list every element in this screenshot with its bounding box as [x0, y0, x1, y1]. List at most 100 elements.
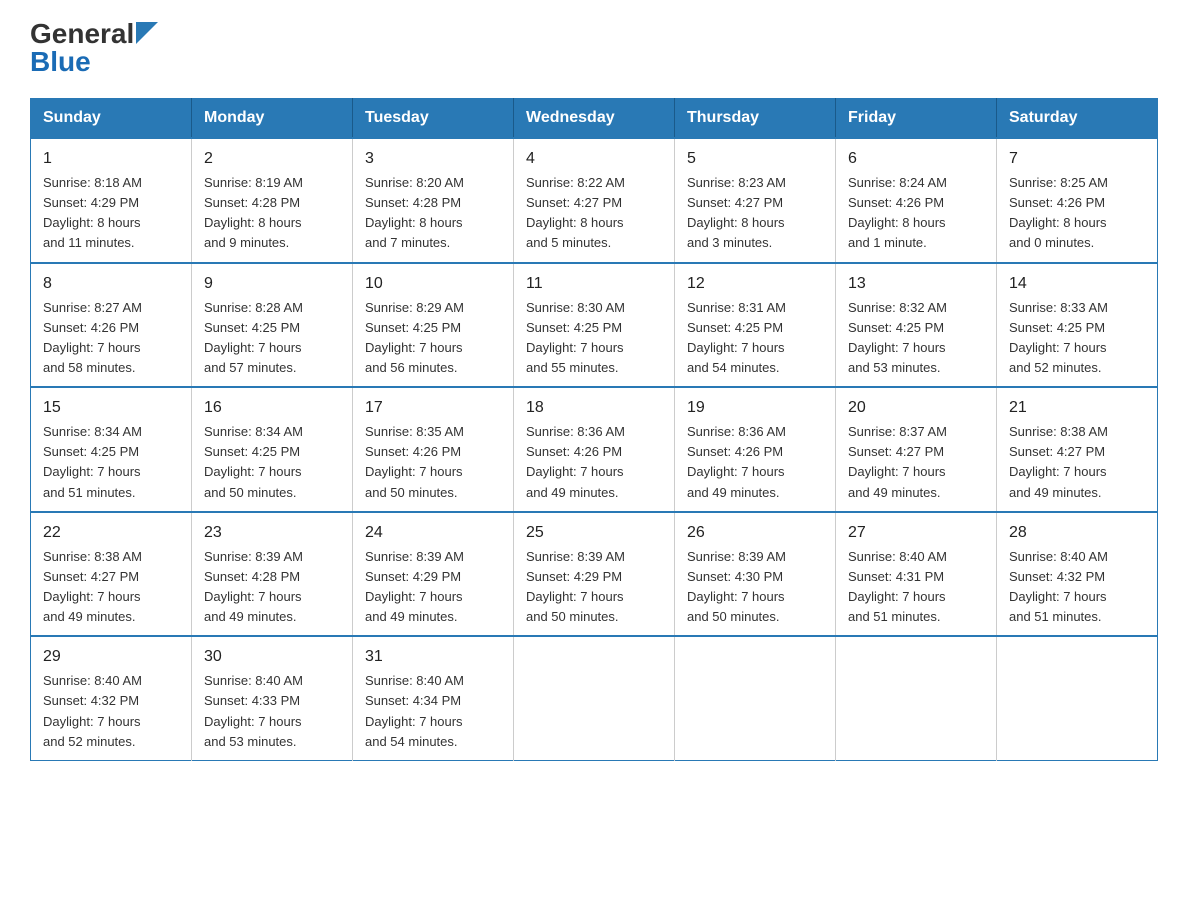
day-cell: 22Sunrise: 8:38 AM Sunset: 4:27 PM Dayli…: [31, 512, 192, 637]
day-cell: 1Sunrise: 8:18 AM Sunset: 4:29 PM Daylig…: [31, 138, 192, 263]
day-cell: [997, 636, 1158, 760]
day-number: 17: [365, 396, 501, 420]
page-header: General Blue: [30, 20, 1158, 78]
day-cell: 4Sunrise: 8:22 AM Sunset: 4:27 PM Daylig…: [514, 138, 675, 263]
day-number: 9: [204, 272, 340, 296]
day-cell: 26Sunrise: 8:39 AM Sunset: 4:30 PM Dayli…: [675, 512, 836, 637]
day-info: Sunrise: 8:40 AM Sunset: 4:33 PM Dayligh…: [204, 671, 340, 752]
day-cell: 15Sunrise: 8:34 AM Sunset: 4:25 PM Dayli…: [31, 387, 192, 512]
col-header-friday: Friday: [836, 99, 997, 139]
day-cell: 10Sunrise: 8:29 AM Sunset: 4:25 PM Dayli…: [353, 263, 514, 388]
day-number: 22: [43, 521, 179, 545]
day-cell: 17Sunrise: 8:35 AM Sunset: 4:26 PM Dayli…: [353, 387, 514, 512]
day-number: 21: [1009, 396, 1145, 420]
day-info: Sunrise: 8:20 AM Sunset: 4:28 PM Dayligh…: [365, 173, 501, 254]
day-number: 7: [1009, 147, 1145, 171]
day-cell: [675, 636, 836, 760]
calendar-table: SundayMondayTuesdayWednesdayThursdayFrid…: [30, 98, 1158, 761]
day-info: Sunrise: 8:40 AM Sunset: 4:32 PM Dayligh…: [43, 671, 179, 752]
day-number: 27: [848, 521, 984, 545]
col-header-wednesday: Wednesday: [514, 99, 675, 139]
week-row-4: 22Sunrise: 8:38 AM Sunset: 4:27 PM Dayli…: [31, 512, 1158, 637]
day-cell: 5Sunrise: 8:23 AM Sunset: 4:27 PM Daylig…: [675, 138, 836, 263]
day-cell: 13Sunrise: 8:32 AM Sunset: 4:25 PM Dayli…: [836, 263, 997, 388]
day-info: Sunrise: 8:22 AM Sunset: 4:27 PM Dayligh…: [526, 173, 662, 254]
day-number: 28: [1009, 521, 1145, 545]
logo: General Blue: [30, 20, 158, 78]
calendar-body: 1Sunrise: 8:18 AM Sunset: 4:29 PM Daylig…: [31, 138, 1158, 760]
day-number: 10: [365, 272, 501, 296]
day-info: Sunrise: 8:23 AM Sunset: 4:27 PM Dayligh…: [687, 173, 823, 254]
day-info: Sunrise: 8:36 AM Sunset: 4:26 PM Dayligh…: [526, 422, 662, 503]
day-info: Sunrise: 8:30 AM Sunset: 4:25 PM Dayligh…: [526, 298, 662, 379]
day-info: Sunrise: 8:19 AM Sunset: 4:28 PM Dayligh…: [204, 173, 340, 254]
day-cell: 29Sunrise: 8:40 AM Sunset: 4:32 PM Dayli…: [31, 636, 192, 760]
day-cell: 31Sunrise: 8:40 AM Sunset: 4:34 PM Dayli…: [353, 636, 514, 760]
header-row: SundayMondayTuesdayWednesdayThursdayFrid…: [31, 99, 1158, 139]
day-number: 4: [526, 147, 662, 171]
day-cell: 6Sunrise: 8:24 AM Sunset: 4:26 PM Daylig…: [836, 138, 997, 263]
day-number: 31: [365, 645, 501, 669]
day-cell: 14Sunrise: 8:33 AM Sunset: 4:25 PM Dayli…: [997, 263, 1158, 388]
day-info: Sunrise: 8:24 AM Sunset: 4:26 PM Dayligh…: [848, 173, 984, 254]
day-number: 16: [204, 396, 340, 420]
day-cell: 27Sunrise: 8:40 AM Sunset: 4:31 PM Dayli…: [836, 512, 997, 637]
day-number: 23: [204, 521, 340, 545]
day-cell: 19Sunrise: 8:36 AM Sunset: 4:26 PM Dayli…: [675, 387, 836, 512]
day-cell: 20Sunrise: 8:37 AM Sunset: 4:27 PM Dayli…: [836, 387, 997, 512]
week-row-3: 15Sunrise: 8:34 AM Sunset: 4:25 PM Dayli…: [31, 387, 1158, 512]
day-info: Sunrise: 8:27 AM Sunset: 4:26 PM Dayligh…: [43, 298, 179, 379]
logo-text-blue: Blue: [30, 46, 91, 78]
day-cell: [836, 636, 997, 760]
day-info: Sunrise: 8:28 AM Sunset: 4:25 PM Dayligh…: [204, 298, 340, 379]
day-info: Sunrise: 8:40 AM Sunset: 4:32 PM Dayligh…: [1009, 547, 1145, 628]
day-info: Sunrise: 8:39 AM Sunset: 4:28 PM Dayligh…: [204, 547, 340, 628]
day-info: Sunrise: 8:29 AM Sunset: 4:25 PM Dayligh…: [365, 298, 501, 379]
day-number: 18: [526, 396, 662, 420]
day-info: Sunrise: 8:33 AM Sunset: 4:25 PM Dayligh…: [1009, 298, 1145, 379]
day-number: 29: [43, 645, 179, 669]
day-cell: 24Sunrise: 8:39 AM Sunset: 4:29 PM Dayli…: [353, 512, 514, 637]
day-info: Sunrise: 8:38 AM Sunset: 4:27 PM Dayligh…: [43, 547, 179, 628]
day-number: 5: [687, 147, 823, 171]
day-cell: 25Sunrise: 8:39 AM Sunset: 4:29 PM Dayli…: [514, 512, 675, 637]
calendar-header: SundayMondayTuesdayWednesdayThursdayFrid…: [31, 99, 1158, 139]
day-cell: 21Sunrise: 8:38 AM Sunset: 4:27 PM Dayli…: [997, 387, 1158, 512]
week-row-2: 8Sunrise: 8:27 AM Sunset: 4:26 PM Daylig…: [31, 263, 1158, 388]
day-cell: 3Sunrise: 8:20 AM Sunset: 4:28 PM Daylig…: [353, 138, 514, 263]
logo-text-general: General: [30, 20, 134, 48]
day-info: Sunrise: 8:34 AM Sunset: 4:25 PM Dayligh…: [43, 422, 179, 503]
day-info: Sunrise: 8:35 AM Sunset: 4:26 PM Dayligh…: [365, 422, 501, 503]
day-cell: 2Sunrise: 8:19 AM Sunset: 4:28 PM Daylig…: [192, 138, 353, 263]
day-number: 24: [365, 521, 501, 545]
col-header-tuesday: Tuesday: [353, 99, 514, 139]
day-number: 12: [687, 272, 823, 296]
col-header-sunday: Sunday: [31, 99, 192, 139]
day-info: Sunrise: 8:39 AM Sunset: 4:29 PM Dayligh…: [365, 547, 501, 628]
day-number: 20: [848, 396, 984, 420]
col-header-thursday: Thursday: [675, 99, 836, 139]
day-cell: 30Sunrise: 8:40 AM Sunset: 4:33 PM Dayli…: [192, 636, 353, 760]
week-row-1: 1Sunrise: 8:18 AM Sunset: 4:29 PM Daylig…: [31, 138, 1158, 263]
day-number: 13: [848, 272, 984, 296]
col-header-saturday: Saturday: [997, 99, 1158, 139]
day-number: 14: [1009, 272, 1145, 296]
day-info: Sunrise: 8:39 AM Sunset: 4:30 PM Dayligh…: [687, 547, 823, 628]
day-number: 19: [687, 396, 823, 420]
day-cell: [514, 636, 675, 760]
day-cell: 28Sunrise: 8:40 AM Sunset: 4:32 PM Dayli…: [997, 512, 1158, 637]
day-cell: 12Sunrise: 8:31 AM Sunset: 4:25 PM Dayli…: [675, 263, 836, 388]
day-number: 26: [687, 521, 823, 545]
day-number: 1: [43, 147, 179, 171]
day-number: 30: [204, 645, 340, 669]
day-info: Sunrise: 8:18 AM Sunset: 4:29 PM Dayligh…: [43, 173, 179, 254]
day-cell: 23Sunrise: 8:39 AM Sunset: 4:28 PM Dayli…: [192, 512, 353, 637]
day-number: 6: [848, 147, 984, 171]
day-cell: 16Sunrise: 8:34 AM Sunset: 4:25 PM Dayli…: [192, 387, 353, 512]
day-cell: 7Sunrise: 8:25 AM Sunset: 4:26 PM Daylig…: [997, 138, 1158, 263]
day-number: 11: [526, 272, 662, 296]
day-info: Sunrise: 8:31 AM Sunset: 4:25 PM Dayligh…: [687, 298, 823, 379]
day-cell: 9Sunrise: 8:28 AM Sunset: 4:25 PM Daylig…: [192, 263, 353, 388]
day-cell: 18Sunrise: 8:36 AM Sunset: 4:26 PM Dayli…: [514, 387, 675, 512]
day-number: 8: [43, 272, 179, 296]
